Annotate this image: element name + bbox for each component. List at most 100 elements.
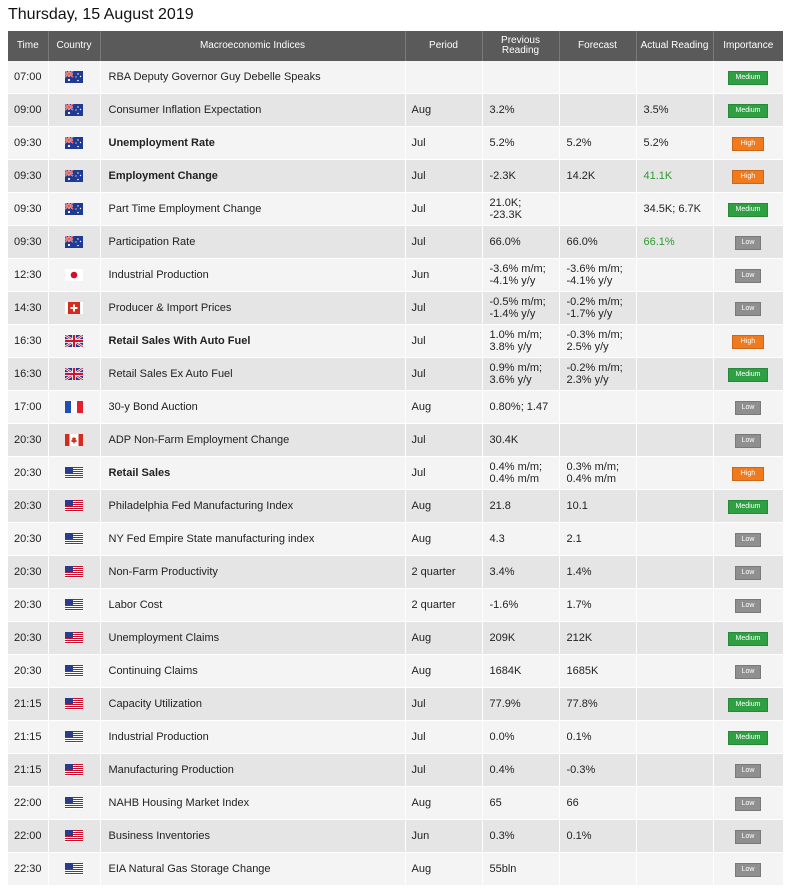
importance-cell: Low xyxy=(713,819,784,853)
actual-reading xyxy=(636,753,714,787)
us-flag-icon xyxy=(65,500,83,513)
table-row[interactable]: 09:30 Employment Change Jul -2.3K 14.2K 41.1K… xyxy=(8,159,784,193)
table-row[interactable]: 20:30 NY Fed Empire State manufacturing i… xyxy=(8,522,784,556)
actual-reading: 66.1% xyxy=(636,225,714,259)
table-row[interactable]: 20:30 ADP Non-Farm Employment Change Jul 30… xyxy=(8,423,784,457)
table-row[interactable]: 09:00 Consumer Inflation Expectation Aug 3.… xyxy=(8,93,784,127)
table-row[interactable]: 20:30 Unemployment Claims Aug 209K 212K Mediu… xyxy=(8,621,784,655)
au-flag-icon xyxy=(64,202,83,216)
importance-badge: Low xyxy=(735,829,761,844)
event-name: Unemployment Rate xyxy=(100,126,406,160)
header-actual[interactable]: Actual Reading xyxy=(636,31,714,61)
table-row[interactable]: 21:15 Manufacturing Production Jul 0.4% -0.3… xyxy=(8,753,784,787)
table-row[interactable]: 21:15 Capacity Utilization Jul 77.9% 77.8% Me… xyxy=(8,687,784,721)
forecast-value: 1.7% xyxy=(559,588,637,622)
event-name: NAHB Housing Market Index xyxy=(100,786,406,820)
event-time: 07:00 xyxy=(8,61,49,94)
event-name: RBA Deputy Governor Guy Debelle Speaks xyxy=(100,61,406,94)
event-period: Aug xyxy=(405,522,483,556)
importance-cell: Medium xyxy=(713,93,784,127)
actual-reading xyxy=(636,291,714,325)
event-time: 17:00 xyxy=(8,390,49,424)
importance-cell: Medium xyxy=(713,61,784,94)
importance-badge: Medium xyxy=(728,70,768,85)
country-cell xyxy=(48,126,101,160)
country-cell xyxy=(48,819,101,853)
event-time: 09:00 xyxy=(8,93,49,127)
table-row[interactable]: 21:15 Industrial Production Jul 0.0% 0.1% Med… xyxy=(8,720,784,754)
table-row[interactable]: 20:30 Labor Cost 2 quarter -1.6% 1.7% Low xyxy=(8,588,784,622)
header-importance[interactable]: Importance xyxy=(713,31,783,61)
table-row[interactable]: 22:00 NAHB Housing Market Index Aug 65 66 Low xyxy=(8,786,784,820)
forecast-value: 212K xyxy=(559,621,637,655)
importance-badge: Low xyxy=(735,763,761,778)
importance-cell: Low xyxy=(713,588,784,622)
us-flag-icon xyxy=(65,533,83,546)
importance-cell: Low xyxy=(713,786,784,820)
importance-badge: Low xyxy=(735,400,761,415)
table-row[interactable]: 09:30 Unemployment Rate Jul 5.2% 5.2% 5.2% Hig… xyxy=(8,126,784,160)
header-time[interactable]: Time xyxy=(8,31,49,61)
importance-cell: Low xyxy=(713,654,784,688)
previous-reading: 55bln xyxy=(482,852,560,886)
event-name: Manufacturing Production xyxy=(100,753,406,787)
event-name: EIA Natural Gas Storage Change xyxy=(100,852,406,886)
table-row[interactable]: 16:30 Retail Sales With Auto Fuel Jul 1.0% … xyxy=(8,324,784,358)
previous-reading: -3.6% m/m; -4.1% y/y xyxy=(482,258,560,292)
table-row[interactable]: 09:30 Part Time Employment Change Jul 21.0K… xyxy=(8,192,784,226)
country-cell xyxy=(48,588,101,622)
previous-reading: -2.3K xyxy=(482,159,560,193)
event-time: 22:00 xyxy=(8,786,49,820)
importance-badge: Medium xyxy=(728,202,768,217)
forecast-value: 1685K xyxy=(559,654,637,688)
au-flag-icon xyxy=(64,70,83,84)
event-period: Aug xyxy=(405,654,483,688)
table-row[interactable]: 07:00 RBA Deputy Governor Guy Debelle Spe… xyxy=(8,61,784,94)
event-time: 22:00 xyxy=(8,819,49,853)
table-row[interactable]: 20:30 Philadelphia Fed Manufacturing Inde… xyxy=(8,489,784,523)
event-time: 16:30 xyxy=(8,357,49,391)
event-period: 2 quarter xyxy=(405,588,483,622)
table-row[interactable]: 09:30 Participation Rate Jul 66.0% 66.0% 66.1… xyxy=(8,225,784,259)
table-row[interactable]: 12:30 Industrial Production Jun -3.6% m/m; -… xyxy=(8,258,784,292)
table-row[interactable]: 14:30 Producer & Import Prices Jul -0.5% m/… xyxy=(8,291,784,325)
table-row[interactable]: 20:30 Retail Sales Jul 0.4% m/m; 0.4% m/m 0.3… xyxy=(8,456,784,490)
event-time: 20:30 xyxy=(8,588,49,622)
country-cell xyxy=(48,258,101,292)
event-time: 21:15 xyxy=(8,687,49,721)
forecast-value: 1.4% xyxy=(559,555,637,589)
importance-badge: High xyxy=(732,169,764,184)
table-row[interactable]: 16:30 Retail Sales Ex Auto Fuel Jul 0.9% m/… xyxy=(8,357,784,391)
event-name: Business Inventories xyxy=(100,819,406,853)
country-cell xyxy=(48,324,101,358)
table-row[interactable]: 22:30 EIA Natural Gas Storage Change Aug 55… xyxy=(8,852,784,886)
us-flag-icon xyxy=(65,863,83,876)
us-flag-icon xyxy=(65,632,83,645)
header-forecast[interactable]: Forecast xyxy=(559,31,637,61)
event-time: 16:30 xyxy=(8,324,49,358)
event-name: Non-Farm Productivity xyxy=(100,555,406,589)
importance-badge: Low xyxy=(735,565,761,580)
table-row[interactable]: 17:00 30-y Bond Auction Aug 0.80%; 1.47 Low xyxy=(8,390,784,424)
header-period[interactable]: Period xyxy=(405,31,483,61)
forecast-value: 2.1 xyxy=(559,522,637,556)
event-time: 21:15 xyxy=(8,753,49,787)
us-flag-icon xyxy=(65,566,83,579)
actual-reading xyxy=(636,588,714,622)
event-period: Jul xyxy=(405,357,483,391)
forecast-value: -0.3% xyxy=(559,753,637,787)
header-country[interactable]: Country xyxy=(48,31,101,61)
table-row[interactable]: 20:30 Continuing Claims Aug 1684K 1685K Low xyxy=(8,654,784,688)
previous-reading: 0.4% m/m; 0.4% m/m xyxy=(482,456,560,490)
table-row[interactable]: 20:30 Non-Farm Productivity 2 quarter 3.4% 1… xyxy=(8,555,784,589)
actual-reading xyxy=(636,456,714,490)
event-name: ADP Non-Farm Employment Change xyxy=(100,423,406,457)
country-cell xyxy=(48,390,101,424)
event-time: 12:30 xyxy=(8,258,49,292)
header-previous[interactable]: Previous Reading xyxy=(482,31,560,61)
au-flag-icon xyxy=(64,136,83,150)
header-indices[interactable]: Macroeconomic Indices xyxy=(100,31,406,61)
event-time: 20:30 xyxy=(8,456,49,490)
forecast-value: 66.0% xyxy=(559,225,637,259)
table-row[interactable]: 22:00 Business Inventories Jun 0.3% 0.1% Low xyxy=(8,819,784,853)
